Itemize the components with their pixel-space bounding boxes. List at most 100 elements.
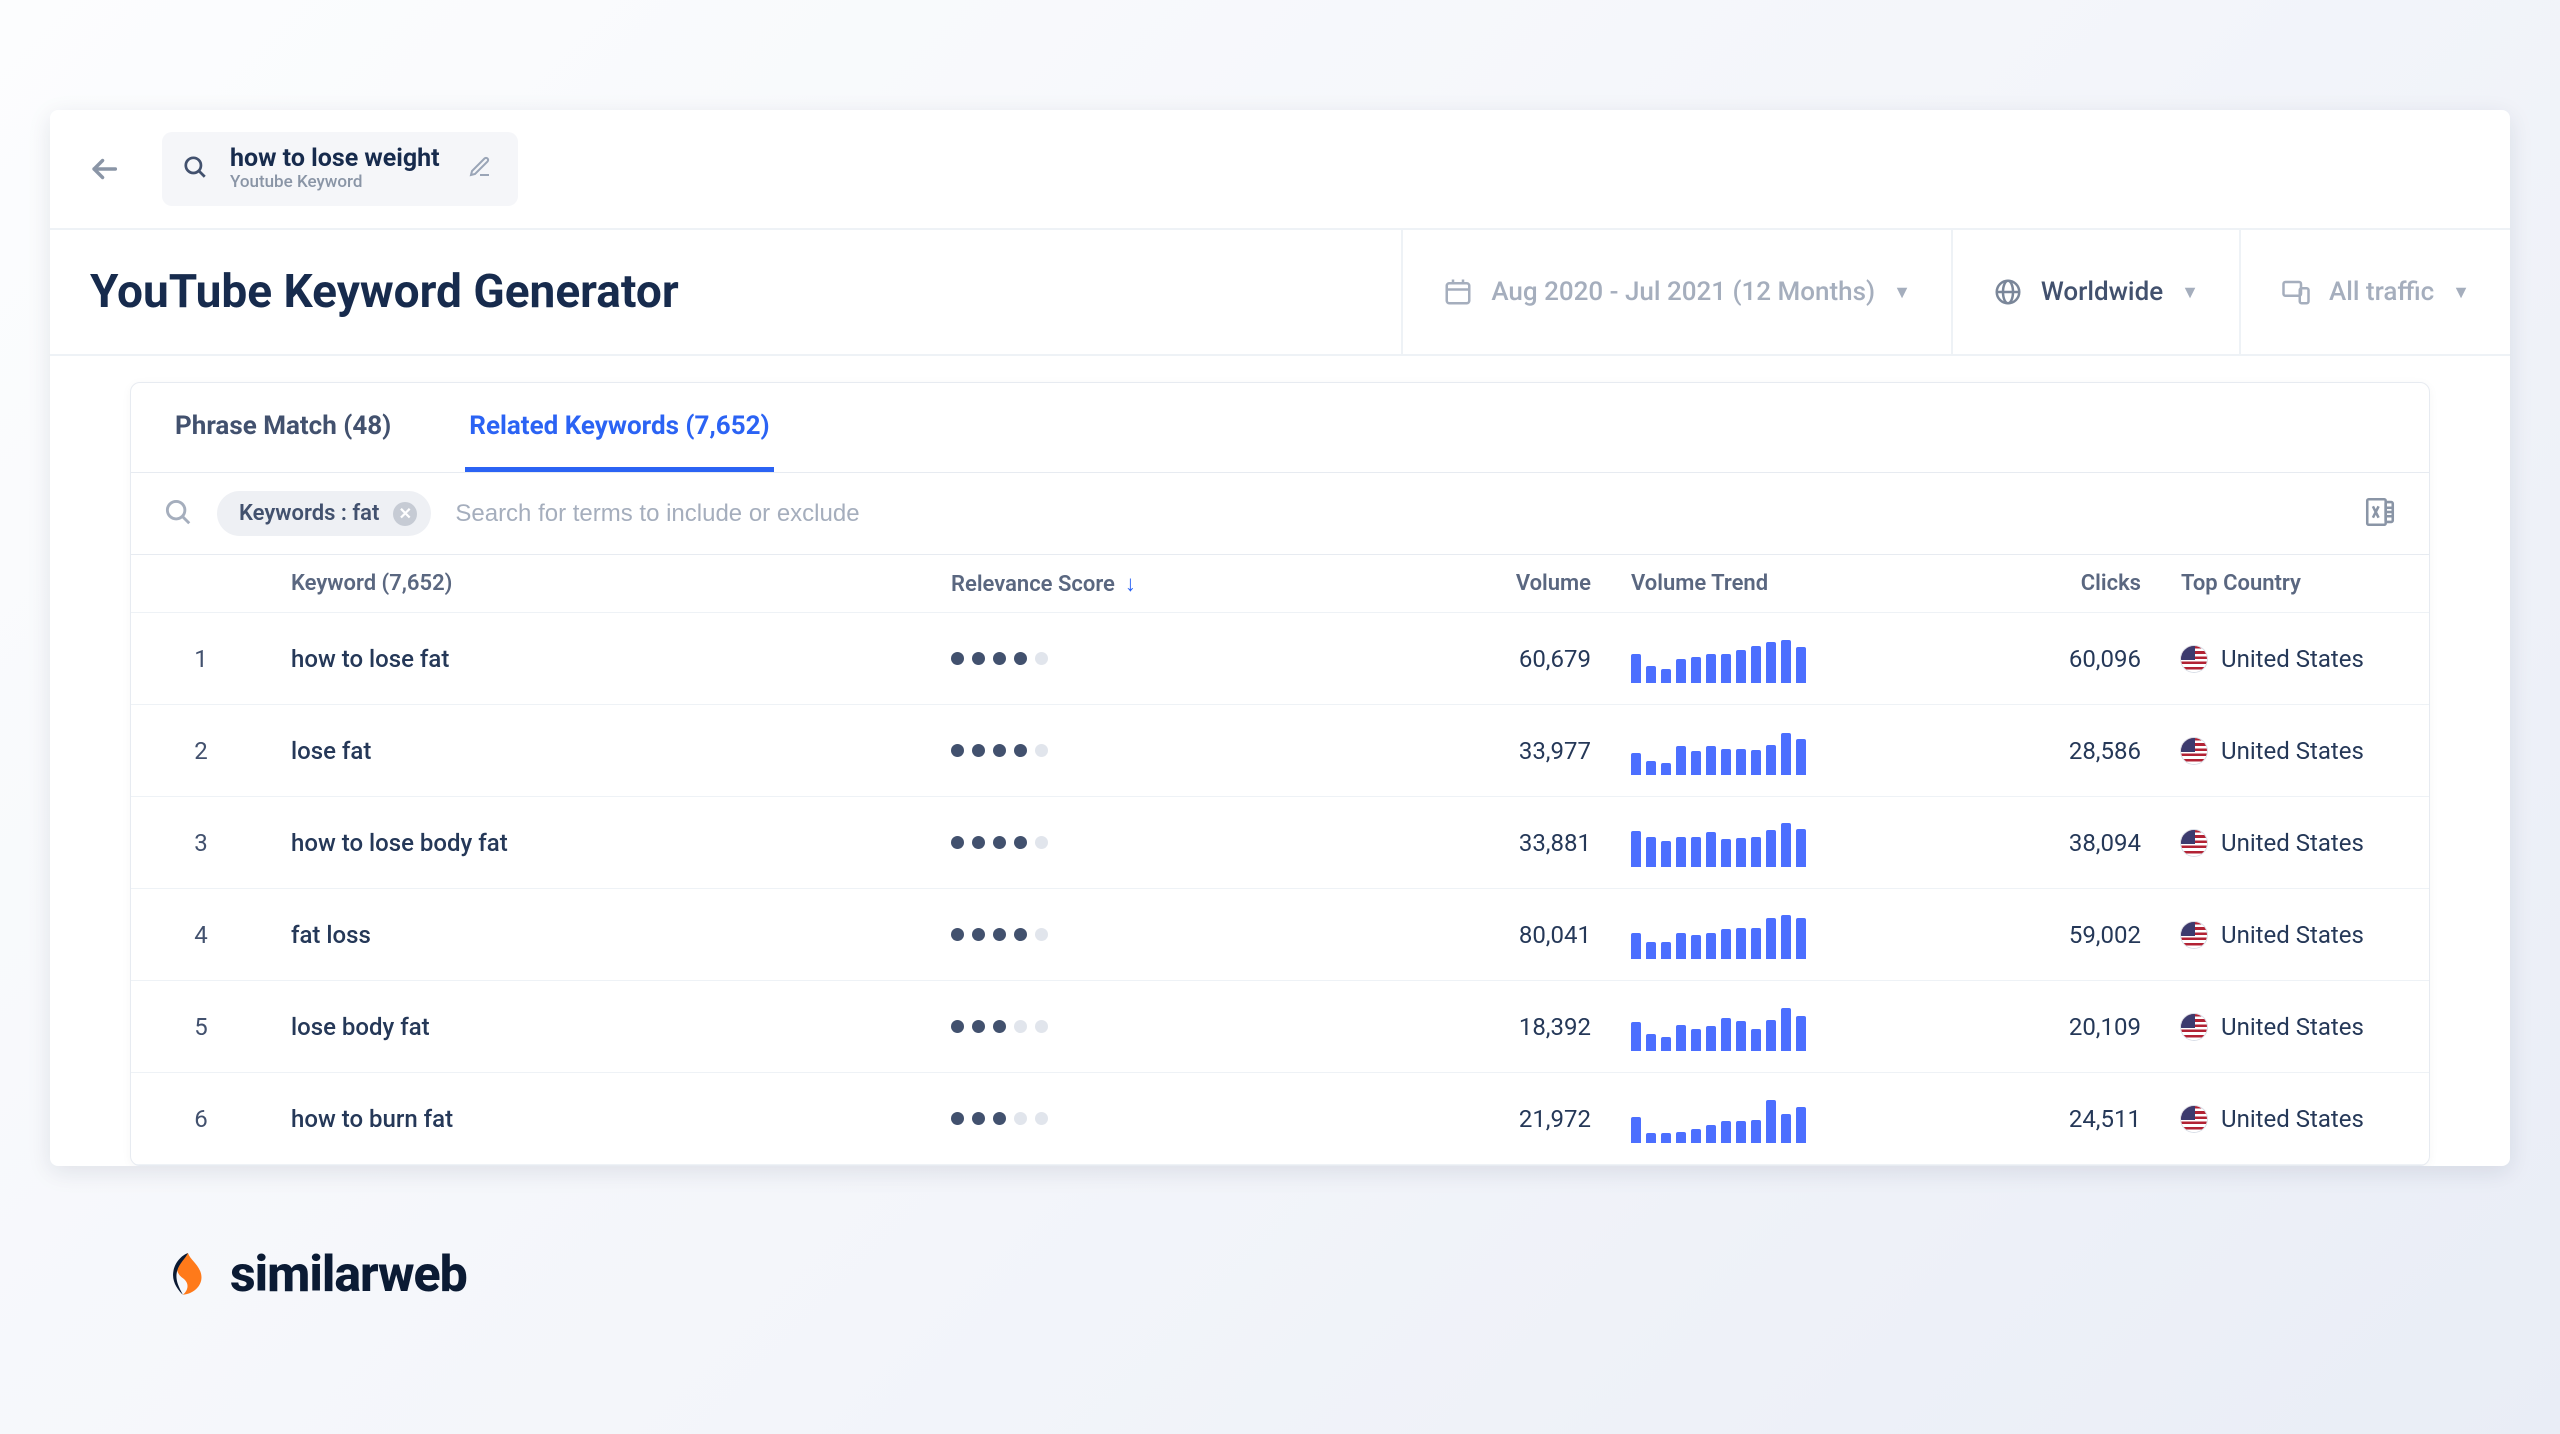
us-flag-icon	[2181, 1014, 2207, 1040]
back-button[interactable]	[84, 149, 124, 189]
similarweb-logo-icon	[162, 1249, 214, 1301]
trend-sparkline	[1631, 911, 1861, 959]
relevance-cell	[931, 1112, 1281, 1125]
date-range-label: Aug 2020 - Jul 2021 (12 Months)	[1491, 277, 1875, 307]
date-range-filter[interactable]: Aug 2020 - Jul 2021 (12 Months) ▼	[1401, 230, 1951, 354]
table-body: 1how to lose fat 60,679 60,096 United State…	[131, 613, 2429, 1165]
volume-cell: 18,392	[1281, 1013, 1611, 1041]
filter-chip-label: Keywords : fat	[239, 501, 379, 526]
filter-input[interactable]	[455, 500, 2339, 528]
us-flag-icon	[2181, 738, 2207, 764]
globe-icon	[1993, 277, 2023, 307]
results-card: Phrase Match (48) Related Keywords (7,65…	[130, 382, 2430, 1166]
volume-cell: 33,881	[1281, 829, 1611, 857]
country-name: United States	[2221, 921, 2364, 949]
trend-cell	[1611, 635, 1881, 683]
keyword-type: Youtube Keyword	[230, 172, 440, 192]
trend-sparkline	[1631, 1003, 1861, 1051]
col-country[interactable]: Top Country	[2161, 571, 2430, 596]
brand-name: similarweb	[230, 1246, 467, 1304]
relevance-cell	[931, 836, 1281, 849]
relevance-dots	[951, 836, 1261, 849]
table-filter-row: Keywords : fat ✕	[131, 473, 2429, 555]
country-cell: United States	[2161, 829, 2430, 857]
country-cell: United States	[2161, 1105, 2430, 1133]
app-panel: how to lose weight Youtube Keyword YouTu…	[50, 110, 2510, 1166]
trend-sparkline	[1631, 727, 1861, 775]
table-row[interactable]: 4fat loss 80,041 59,002 United States	[131, 889, 2429, 981]
clicks-cell: 60,096	[1881, 645, 2161, 673]
col-clicks[interactable]: Clicks	[1881, 571, 2161, 596]
row-index: 3	[131, 829, 271, 857]
brand-footer: similarweb	[50, 1166, 2510, 1304]
keyword-cell: fat loss	[271, 921, 931, 949]
keyword-pill[interactable]: how to lose weight Youtube Keyword	[162, 132, 518, 206]
heading-row: YouTube Keyword Generator Aug 2020 - Jul…	[50, 230, 2510, 356]
traffic-label: All traffic	[2329, 277, 2434, 307]
search-icon	[163, 497, 193, 531]
table-header: Keyword (7,652) Relevance Score↓ Volume …	[131, 555, 2429, 613]
keyword-cell: lose body fat	[271, 1013, 931, 1041]
keyword-query: how to lose weight	[230, 146, 440, 172]
remove-chip-icon[interactable]: ✕	[393, 502, 417, 526]
table-row[interactable]: 6how to burn fat21,97224,511United State…	[131, 1073, 2429, 1165]
country-cell: United States	[2161, 921, 2430, 949]
clicks-cell: 28,586	[1881, 737, 2161, 765]
clicks-cell: 24,511	[1881, 1105, 2161, 1133]
row-index: 4	[131, 921, 271, 949]
filter-group: Aug 2020 - Jul 2021 (12 Months) ▼ Worldw…	[1401, 230, 2510, 354]
us-flag-icon	[2181, 646, 2207, 672]
country-name: United States	[2221, 737, 2364, 765]
keyword-cell: how to lose fat	[271, 645, 931, 673]
us-flag-icon	[2181, 1106, 2207, 1132]
region-filter[interactable]: Worldwide ▼	[1951, 230, 2239, 354]
country-name: United States	[2221, 1105, 2364, 1133]
keyword-cell: how to lose body fat	[271, 829, 931, 857]
relevance-cell	[931, 652, 1281, 665]
trend-sparkline	[1631, 1095, 1861, 1143]
volume-cell: 60,679	[1281, 645, 1611, 673]
volume-cell: 33,977	[1281, 737, 1611, 765]
tab-bar: Phrase Match (48) Related Keywords (7,65…	[131, 383, 2429, 473]
country-name: United States	[2221, 645, 2364, 673]
col-trend[interactable]: Volume Trend	[1611, 571, 1881, 596]
volume-cell: 80,041	[1281, 921, 1611, 949]
country-cell: United States	[2161, 737, 2430, 765]
region-label: Worldwide	[2041, 277, 2163, 307]
row-index: 5	[131, 1013, 271, 1041]
us-flag-icon	[2181, 922, 2207, 948]
clicks-cell: 38,094	[1881, 829, 2161, 857]
export-excel-button[interactable]	[2363, 495, 2397, 533]
col-keyword[interactable]: Keyword (7,652)	[271, 571, 931, 596]
col-relevance[interactable]: Relevance Score↓	[931, 571, 1281, 597]
tab-related-keywords[interactable]: Related Keywords (7,652)	[465, 383, 773, 472]
sort-desc-icon: ↓	[1125, 572, 1136, 597]
table-row[interactable]: 5lose body fat 18,392 20,109 United States	[131, 981, 2429, 1073]
top-bar: how to lose weight Youtube Keyword	[50, 110, 2510, 230]
page-title: YouTube Keyword Generator	[50, 231, 1401, 353]
table-row[interactable]: 2lose fat33,97728,586United States	[131, 705, 2429, 797]
relevance-dots	[951, 652, 1261, 665]
row-index: 6	[131, 1105, 271, 1133]
edit-icon[interactable]	[468, 155, 492, 183]
tab-phrase-match[interactable]: Phrase Match (48)	[171, 383, 395, 472]
country-cell: United States	[2161, 1013, 2430, 1041]
devices-icon	[2281, 277, 2311, 307]
clicks-cell: 59,002	[1881, 921, 2161, 949]
relevance-dots	[951, 1020, 1261, 1033]
filter-chip[interactable]: Keywords : fat ✕	[217, 491, 431, 536]
trend-cell	[1611, 1095, 1881, 1143]
trend-cell	[1611, 819, 1881, 867]
country-name: United States	[2221, 829, 2364, 857]
traffic-filter[interactable]: All traffic ▼	[2239, 230, 2510, 354]
trend-cell	[1611, 1003, 1881, 1051]
table-row[interactable]: 3how to lose body fat 33,881 38,094 United …	[131, 797, 2429, 889]
row-index: 1	[131, 645, 271, 673]
chevron-down-icon: ▼	[2181, 282, 2199, 303]
table-row[interactable]: 1how to lose fat 60,679 60,096 United State…	[131, 613, 2429, 705]
col-volume[interactable]: Volume	[1281, 571, 1611, 596]
country-name: United States	[2221, 1013, 2364, 1041]
trend-cell	[1611, 911, 1881, 959]
chevron-down-icon: ▼	[2452, 282, 2470, 303]
clicks-cell: 20,109	[1881, 1013, 2161, 1041]
